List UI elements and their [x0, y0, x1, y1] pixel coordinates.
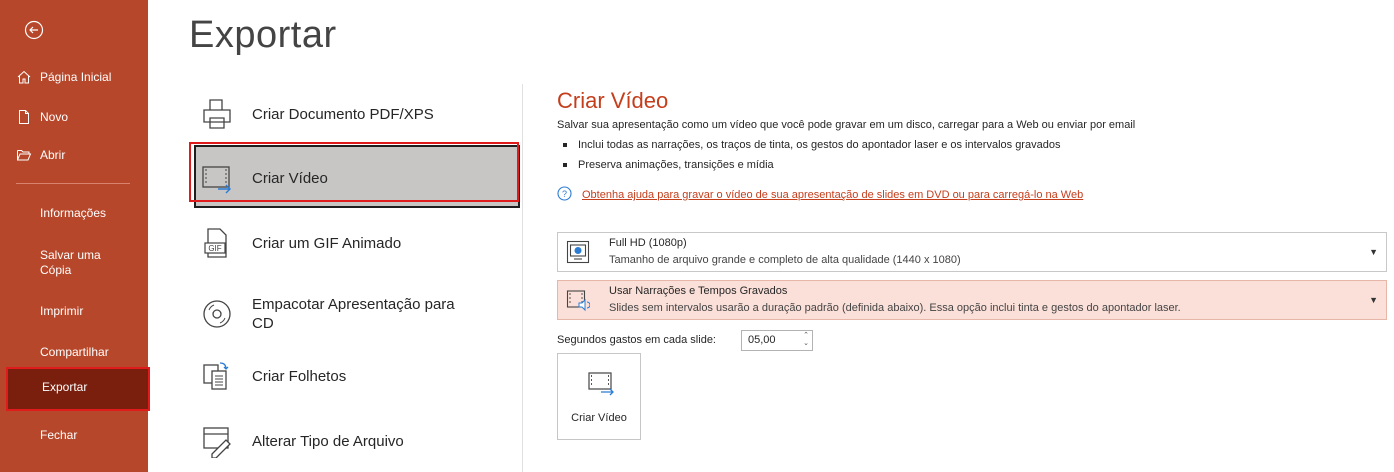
sidebar-item-label: Novo: [40, 110, 69, 124]
panel-description: Salvar sua apresentação como um vídeo qu…: [557, 119, 1136, 131]
chevron-down-icon: ▼: [1369, 295, 1378, 305]
option-label: Empacotar Apresentação para CD: [252, 295, 455, 333]
option-label: Alterar Tipo de Arquivo: [252, 432, 404, 450]
video-icon: [200, 161, 234, 195]
bullet-text: Inclui todas as narrações, os traços de …: [578, 139, 1061, 151]
bullet-icon: [563, 143, 567, 148]
sidebar-item-home[interactable]: Página Inicial: [0, 62, 148, 92]
option-package-cd[interactable]: Empacotar Apresentação para CD: [190, 290, 520, 338]
sidebar-item-exportar[interactable]: Exportar: [6, 367, 150, 411]
video-quality-dropdown[interactable]: Full HD (1080p) Tamanho de arquivo grand…: [557, 232, 1387, 272]
bullet-item: Preserva animações, transições e mídia: [563, 159, 774, 171]
option-label: Criar um GIF Animado: [252, 234, 402, 252]
sidebar-item-label: Salvar uma: [40, 248, 101, 262]
monitor-icon: [566, 240, 590, 264]
option-create-handouts[interactable]: Criar Folhetos: [190, 356, 520, 396]
sidebar-item-new[interactable]: Novo: [0, 102, 148, 132]
cd-icon: [200, 297, 234, 331]
seconds-per-slide-input[interactable]: 05,00 ⌃ ⌄: [741, 330, 813, 351]
bullet-text: Preserva animações, transições e mídia: [578, 159, 774, 171]
option-label: Criar Documento PDF/XPS: [252, 105, 434, 123]
pdf-document-icon: [200, 97, 234, 131]
narration-icon: [566, 288, 591, 312]
spinner-arrows-icon[interactable]: ⌃ ⌄: [803, 332, 809, 348]
create-video-button-label: Criar Vídeo: [571, 412, 627, 424]
video-icon: [586, 368, 616, 398]
seconds-per-slide-label: Segundos gastos em cada slide:: [557, 334, 716, 346]
option-label-line1: Empacotar Apresentação para: [252, 296, 455, 313]
bullet-item: Inclui todas as narrações, os traços de …: [563, 139, 1060, 151]
quality-title: Full HD (1080p): [609, 237, 687, 249]
sidebar-item-compartilhar[interactable]: Compartilhar: [0, 345, 148, 359]
chevron-down-icon: ▼: [1369, 247, 1378, 257]
sidebar-item-imprimir[interactable]: Imprimir: [0, 304, 148, 318]
bullet-icon: [563, 163, 567, 168]
back-arrow-icon[interactable]: [24, 20, 44, 40]
svg-text:GIF: GIF: [208, 244, 221, 253]
sidebar-item-informacoes[interactable]: Informações: [0, 206, 148, 220]
sidebar-item-open[interactable]: Abrir: [0, 140, 148, 170]
panel-title: Criar Vídeo: [557, 88, 669, 113]
column-divider: [522, 84, 523, 472]
sidebar-item-label: Abrir: [40, 148, 66, 162]
open-folder-icon: [16, 147, 32, 163]
help-icon: ?: [557, 186, 572, 204]
quality-description: Tamanho de arquivo grande e completo de …: [609, 254, 961, 266]
new-file-icon: [16, 109, 32, 125]
seconds-value: 05,00: [748, 334, 776, 346]
svg-text:?: ?: [562, 189, 567, 199]
home-icon: [16, 69, 32, 85]
sidebar-item-fechar[interactable]: Fechar: [0, 428, 148, 442]
option-create-video[interactable]: Criar Vídeo: [190, 158, 520, 198]
option-create-gif[interactable]: GIF Criar um GIF Animado: [190, 223, 520, 263]
narration-timing-dropdown[interactable]: Usar Narrações e Tempos Gravados Slides …: [557, 280, 1387, 320]
option-change-file-type[interactable]: Alterar Tipo de Arquivo: [190, 421, 520, 461]
backstage-sidebar: Página Inicial Novo Abrir Informações Sa…: [0, 0, 150, 472]
create-video-button[interactable]: Criar Vídeo: [557, 353, 641, 440]
page-title: Exportar: [189, 14, 337, 56]
option-create-pdf[interactable]: Criar Documento PDF/XPS: [190, 94, 520, 134]
sidebar-divider: [16, 183, 130, 184]
sidebar-item-salvar-copia[interactable]: Salvar uma Cópia: [0, 248, 148, 278]
help-row: ? Obtenha ajuda para gravar o vídeo de s…: [557, 186, 1083, 204]
gif-icon: GIF: [200, 226, 234, 260]
handouts-icon: [200, 359, 234, 393]
sidebar-item-label: Cópia: [40, 263, 72, 277]
option-label: Criar Folhetos: [252, 367, 347, 385]
narration-description: Slides sem intervalos usarão a duração p…: [609, 302, 1181, 314]
change-file-type-icon: [200, 424, 234, 458]
narration-title: Usar Narrações e Tempos Gravados: [609, 285, 788, 297]
sidebar-item-label: Exportar: [42, 380, 88, 394]
option-label: Criar Vídeo: [252, 169, 328, 187]
help-link[interactable]: Obtenha ajuda para gravar o vídeo de sua…: [582, 189, 1083, 201]
option-label-line2: CD: [252, 315, 274, 332]
sidebar-item-label: Página Inicial: [40, 70, 112, 84]
